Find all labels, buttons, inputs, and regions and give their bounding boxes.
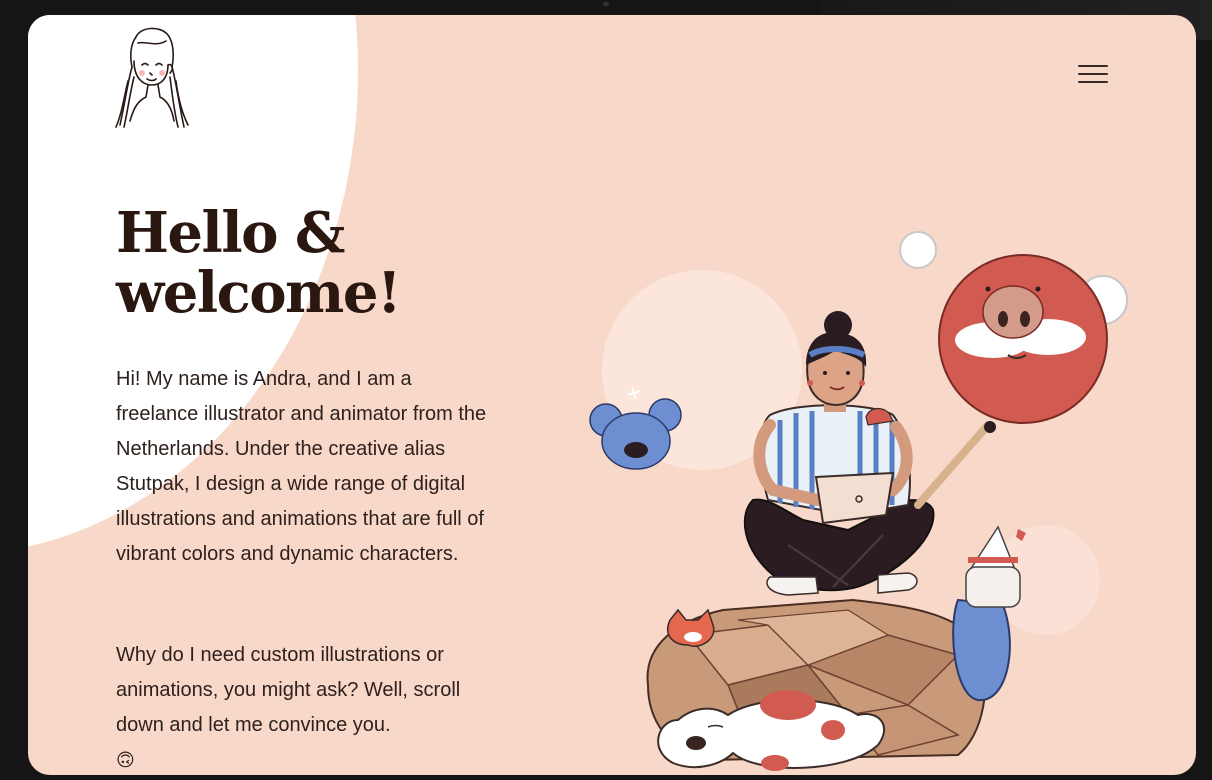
intro-paragraph: Hi! My name is Andra, and I am a freelan… <box>116 368 487 565</box>
device-frame: Hello & welcome! Hi! My name is Andra, a… <box>0 0 1212 780</box>
red-bear-balloon-illustration <box>899 231 1128 509</box>
hamburger-menu-icon[interactable] <box>1068 61 1108 91</box>
girl-illustration <box>743 311 935 596</box>
girl-portrait-logo-icon[interactable] <box>112 21 192 133</box>
page-title: Hello & welcome! <box>116 203 476 323</box>
bottle-creature-illustration <box>952 525 1026 702</box>
blue-mouse-balloon-illustration <box>589 386 682 470</box>
hero-illustration <box>589 231 1128 771</box>
camera-notch <box>603 2 609 6</box>
question-text: Why do I need custom illustrations or an… <box>116 644 461 736</box>
menu-line <box>1078 65 1108 67</box>
menu-line <box>1078 81 1108 83</box>
headline-line-2: welcome! <box>116 260 402 326</box>
headline-line-1: Hello & <box>116 200 346 266</box>
fox-illustration <box>667 608 715 647</box>
question-paragraph: Why do I need custom illustrations or an… <box>116 638 496 775</box>
upside-down-emoji-icon: 🙃 <box>116 750 135 771</box>
menu-line <box>1078 73 1108 75</box>
screen: Hello & welcome! Hi! My name is Andra, a… <box>28 15 1196 775</box>
